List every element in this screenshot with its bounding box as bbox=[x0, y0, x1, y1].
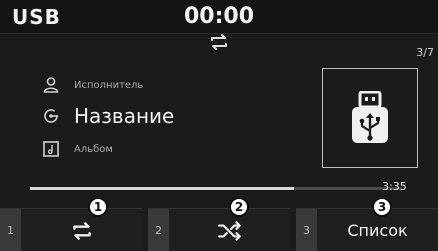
song-title-icon bbox=[44, 109, 58, 123]
status-bar: USB 00:00 bbox=[0, 0, 438, 34]
callout-3: 3 bbox=[372, 197, 392, 217]
album-art bbox=[322, 68, 418, 168]
repeat-icon bbox=[211, 34, 227, 50]
callout-1: 1 bbox=[88, 197, 108, 217]
song-title: Название bbox=[74, 104, 175, 128]
repeat-button[interactable]: 1 bbox=[0, 208, 142, 251]
progress-fill bbox=[30, 187, 295, 190]
album-name: Альбом bbox=[74, 144, 113, 155]
progress-bar[interactable] bbox=[30, 187, 402, 190]
list-button[interactable]: 3 Список bbox=[296, 208, 438, 251]
repeat-icon bbox=[72, 221, 91, 240]
album-icon bbox=[43, 141, 59, 157]
softkey-number: 2 bbox=[148, 209, 169, 251]
track-counter: 3/7 bbox=[416, 46, 434, 59]
shuffle-button[interactable]: 2 bbox=[148, 208, 290, 251]
usb-player-screen: USB 00:00 3/7 Исполнитель Название Альбо… bbox=[0, 0, 438, 251]
softkey-number: 3 bbox=[296, 209, 317, 251]
softkey-number: 1 bbox=[0, 209, 21, 251]
softkey-bar: 1 2 3 Список bbox=[0, 208, 438, 251]
track-duration: 3:35 bbox=[382, 180, 407, 193]
usb-icon bbox=[352, 91, 388, 143]
clock: 00:00 bbox=[183, 4, 255, 29]
shuffle-icon bbox=[217, 220, 241, 241]
callout-2: 2 bbox=[229, 197, 249, 217]
artist-name: Исполнитель bbox=[74, 80, 144, 91]
person-icon bbox=[43, 77, 59, 93]
